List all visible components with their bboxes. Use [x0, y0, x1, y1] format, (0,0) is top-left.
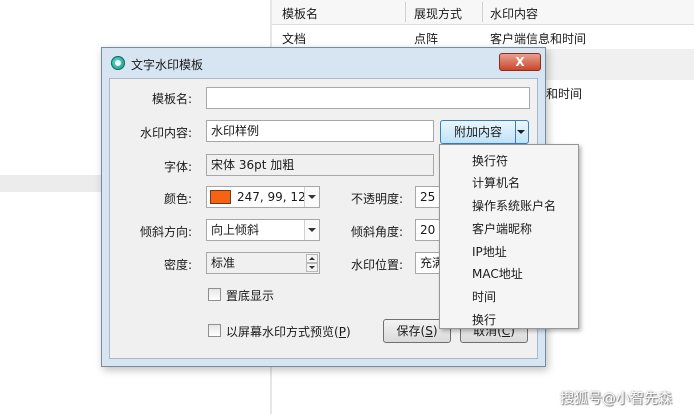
cell-content: 客户端信息和时间: [490, 32, 587, 46]
menu-item-client-nickname[interactable]: 客户端昵称: [472, 220, 532, 237]
tilt-angle-label: 倾斜角度:: [350, 225, 403, 239]
cell-name: 文档: [282, 32, 307, 46]
append-content-split-button: 附加内容: [440, 120, 529, 144]
column-header-name[interactable]: 模板名: [282, 5, 318, 22]
menu-item-time[interactable]: 时间: [472, 288, 496, 305]
app-logo-icon: [111, 56, 125, 70]
fullscreen-preview-checkbox[interactable]: [208, 324, 221, 337]
font-display-field[interactable]: 宋体 36pt 加粗: [206, 154, 434, 176]
column-header-mode[interactable]: 展现方式: [414, 5, 462, 22]
table-row[interactable]: 文档 点阵 客户端信息和时间: [272, 25, 694, 49]
opacity-label: 不透明度:: [350, 192, 403, 206]
density-label: 密度:: [163, 258, 192, 272]
bottom-display-checkbox[interactable]: [208, 288, 221, 301]
fullscreen-preview-label[interactable]: 以屏幕水印方式预览(P): [226, 323, 351, 340]
tilt-direction-value: 向上倾斜: [211, 223, 260, 237]
append-content-button[interactable]: 附加内容: [441, 121, 516, 143]
density-spinner[interactable]: [306, 254, 318, 272]
source-watermark: 搜狐号@小智先森: [560, 391, 672, 407]
append-content-dropdown-arrow-icon[interactable]: [514, 121, 528, 143]
menu-item-computer-name[interactable]: 计算机名: [472, 174, 520, 191]
close-button[interactable]: X: [499, 53, 541, 71]
menu-item-line-break[interactable]: 换行: [472, 311, 496, 328]
bottom-display-label[interactable]: 置底显示: [226, 287, 274, 304]
menu-item-mac-address[interactable]: MAC地址: [472, 265, 523, 282]
dialog-title: 文字水印模板: [131, 58, 204, 72]
cell-mode: 点阵: [414, 32, 439, 46]
spin-up-icon[interactable]: [306, 254, 318, 263]
tilt-direction-label: 倾斜方向:: [139, 225, 192, 239]
spin-down-icon[interactable]: [306, 263, 318, 272]
color-dropdown-arrow-icon[interactable]: [304, 187, 319, 207]
background-panel-band: [0, 175, 102, 192]
watermark-position-label: 水印位置:: [350, 258, 403, 272]
color-label: 颜色:: [163, 192, 192, 206]
density-spinbox[interactable]: 标准: [206, 252, 320, 274]
column-header-content[interactable]: 水印内容: [490, 5, 538, 22]
append-content-menu: 换行符 计算机名 操作系统账户名 客户端昵称 IP地址 MAC地址 时间 换行: [439, 144, 579, 329]
color-swatch: [210, 190, 231, 204]
menu-item-line-break-char[interactable]: 换行符: [472, 152, 508, 169]
font-label: 字体:: [163, 160, 192, 174]
color-combobox[interactable]: 247, 99, 12: [206, 186, 320, 208]
menu-item-os-account[interactable]: 操作系统账户名: [472, 197, 556, 214]
tilt-direction-dropdown-arrow-icon[interactable]: [304, 220, 319, 240]
watermark-content-label: 水印内容:: [139, 126, 192, 140]
dialog-titlebar[interactable]: 文字水印模板 X: [102, 48, 545, 78]
table-header: 模板名 展现方式 水印内容: [272, 0, 694, 25]
cell-content: 和时间: [546, 87, 583, 101]
menu-item-ip-address[interactable]: IP地址: [472, 243, 507, 260]
watermark-content-input[interactable]: 水印样例: [206, 120, 434, 142]
density-value: 标准: [211, 256, 236, 270]
tilt-direction-combobox[interactable]: 向上倾斜: [206, 219, 320, 241]
template-name-label: 模板名:: [151, 92, 192, 106]
color-value: 247, 99, 12: [237, 190, 306, 204]
template-name-input[interactable]: [206, 87, 530, 109]
